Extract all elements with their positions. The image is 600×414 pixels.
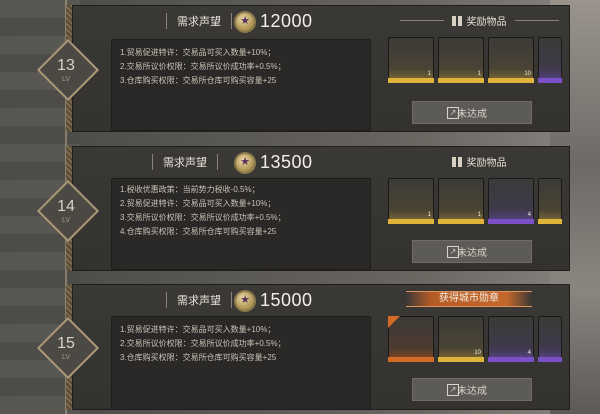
reward-title: 奖励物品 (388, 13, 570, 28)
requirement-value: 13500 (260, 152, 313, 172)
requirement-label: 需求声望 (166, 292, 232, 308)
partial-item-icon[interactable] (538, 316, 562, 362)
arrow-icon: ↗ (447, 246, 459, 258)
effect-line: 3.仓库购买权限：交易所仓库可购买容量+25 (120, 76, 277, 85)
gift-icon (451, 156, 462, 167)
effect-line: 1.贸易促进特许：交易品可买入数量+10%； (120, 325, 276, 334)
level-badge: 13 LV (57, 57, 75, 84)
effect-line: 2.交易所议价权限：交易所议价成功率+0.5%； (120, 339, 286, 348)
effect-line: 3.仓库购买权限：交易所仓库可购买容量+25 (120, 353, 277, 362)
engine-block-item-icon[interactable]: 1 (438, 37, 484, 83)
effects-list: 1.贸易促进特许：交易品可买入数量+10%； 2.交易所议价权限：交易所议价成功… (111, 39, 371, 131)
reputation-row-13: 需求声望 12000 1.贸易促进特许：交易品可买入数量+10%； 2.交易所议… (66, 5, 570, 132)
effect-line: 2.贸易促进特许：交易品可买入数量+10%； (120, 199, 276, 208)
tablet-item-icon[interactable]: 1 (388, 37, 434, 83)
reward-title: 奖励物品 (388, 154, 570, 169)
arrow-icon: ↗ (447, 384, 459, 396)
effect-line: 1.贸易促进特许：交易品可买入数量+10%； (120, 48, 276, 57)
effects-list: 1.贸易促进特许：交易品可买入数量+10%； 2.交易所议价权限：交易所议价成功… (111, 316, 371, 410)
requirement-value: 12000 (260, 11, 313, 31)
reputation-medal-icon (236, 154, 254, 172)
corner-badge-icon (388, 316, 400, 328)
requirement-label: 需求声望 (166, 13, 232, 29)
city-medal-banner: 获得城市勋章 (406, 291, 532, 307)
revolver-item-icon[interactable] (388, 316, 434, 362)
partial-item-icon[interactable] (538, 37, 562, 83)
reward-title-text: 奖励物品 (466, 17, 507, 28)
capsule-item-icon[interactable]: 10 (488, 37, 534, 83)
effects-list: 1.税收优惠政策：当前势力税收-0.5%； 2.贸易促进特许：交易品可买入数量+… (111, 178, 371, 270)
effect-line: 1.税收优惠政策：当前势力税收-0.5%； (120, 185, 260, 194)
document-item-icon[interactable]: 4 (488, 178, 534, 224)
requirement-label: 需求声望 (152, 154, 218, 170)
reward-title-text: 奖励物品 (466, 158, 507, 169)
capsule-item-icon[interactable]: 10 (438, 316, 484, 362)
status-button[interactable]: ↗ 未达成 (412, 240, 532, 263)
document-item-icon[interactable]: 4 (488, 316, 534, 362)
reputation-medal-icon (236, 292, 254, 310)
arrow-icon: ↗ (447, 107, 459, 119)
level-badge: 15 LV (57, 335, 75, 362)
effect-line: 3.交易所议价权限：交易所议价成功率+0.5%； (120, 213, 286, 222)
reputation-row-14: 需求声望 13500 1.税收优惠政策：当前势力税收-0.5%； 2.贸易促进特… (66, 146, 570, 271)
effect-line: 2.交易所议价权限：交易所议价成功率+0.5%； (120, 62, 286, 71)
engine-block-item-icon[interactable]: 1 (388, 178, 434, 224)
reputation-row-15: 需求声望 15000 1.贸易促进特许：交易品可买入数量+10%； 2.交易所议… (66, 284, 570, 410)
effect-line: 4.仓库购买权限：交易所仓库可购买容量+25 (120, 227, 277, 236)
requirement-value: 15000 (260, 290, 313, 310)
gift-icon (451, 15, 462, 26)
rifle-part-item-icon[interactable]: 1 (438, 178, 484, 224)
level-badge: 14 LV (57, 198, 75, 225)
status-button[interactable]: ↗ 未达成 (412, 378, 532, 401)
reputation-medal-icon (236, 13, 254, 31)
partial-item-icon[interactable] (538, 178, 562, 224)
status-button[interactable]: ↗ 未达成 (412, 101, 532, 124)
